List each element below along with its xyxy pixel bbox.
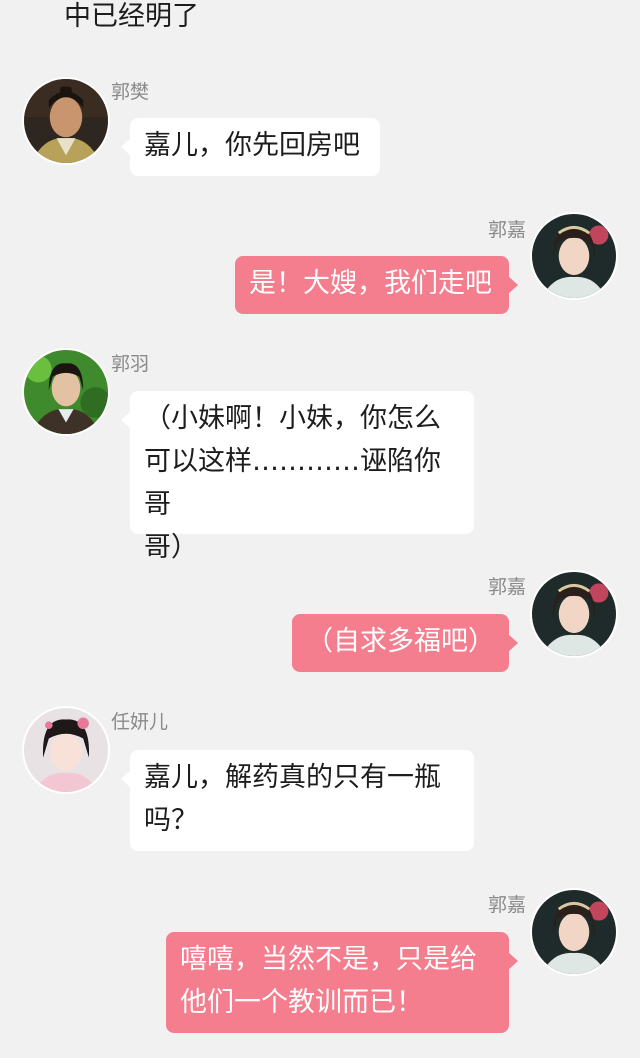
- portrait-icon: [532, 214, 616, 298]
- message-bubble[interactable]: 嘉儿，你先回房吧: [121, 118, 380, 176]
- portrait-icon: [24, 350, 108, 434]
- sender-name: 郭嘉: [488, 219, 527, 241]
- sender-name: 郭嘉: [488, 894, 527, 916]
- sender-name: 郭樊: [111, 81, 150, 103]
- avatar-guoyu[interactable]: [22, 348, 110, 436]
- message-bubble[interactable]: 是！大嫂，我们走吧: [235, 256, 518, 314]
- message-bubble[interactable]: （小妹啊！小妹，你怎么 可以这样…………诬陷你哥 哥）: [121, 391, 474, 563]
- portrait-icon: [24, 79, 108, 163]
- message-bubble[interactable]: （自求多福吧）: [292, 614, 518, 672]
- portrait-icon: [532, 572, 616, 656]
- message-bubble[interactable]: 嘻嘻，当然不是，只是给 他们一个教训而已！: [166, 932, 518, 1033]
- portrait-icon: [24, 708, 108, 792]
- message-bubble[interactable]: 嘉儿，解药真的只有一瓶 吗？: [121, 750, 474, 851]
- avatar-renyaner[interactable]: [22, 706, 110, 794]
- avatar-guojia[interactable]: [530, 570, 618, 658]
- sender-name: 任妍儿: [111, 711, 169, 733]
- sender-name: 郭羽: [111, 353, 150, 375]
- previous-message-fragment: 中已经明了: [64, 1, 199, 32]
- portrait-icon: [532, 890, 616, 974]
- sender-name: 郭嘉: [488, 576, 527, 598]
- avatar-guojia[interactable]: [530, 212, 618, 300]
- avatar-guofan[interactable]: [22, 77, 110, 165]
- avatar-guojia[interactable]: [530, 888, 618, 976]
